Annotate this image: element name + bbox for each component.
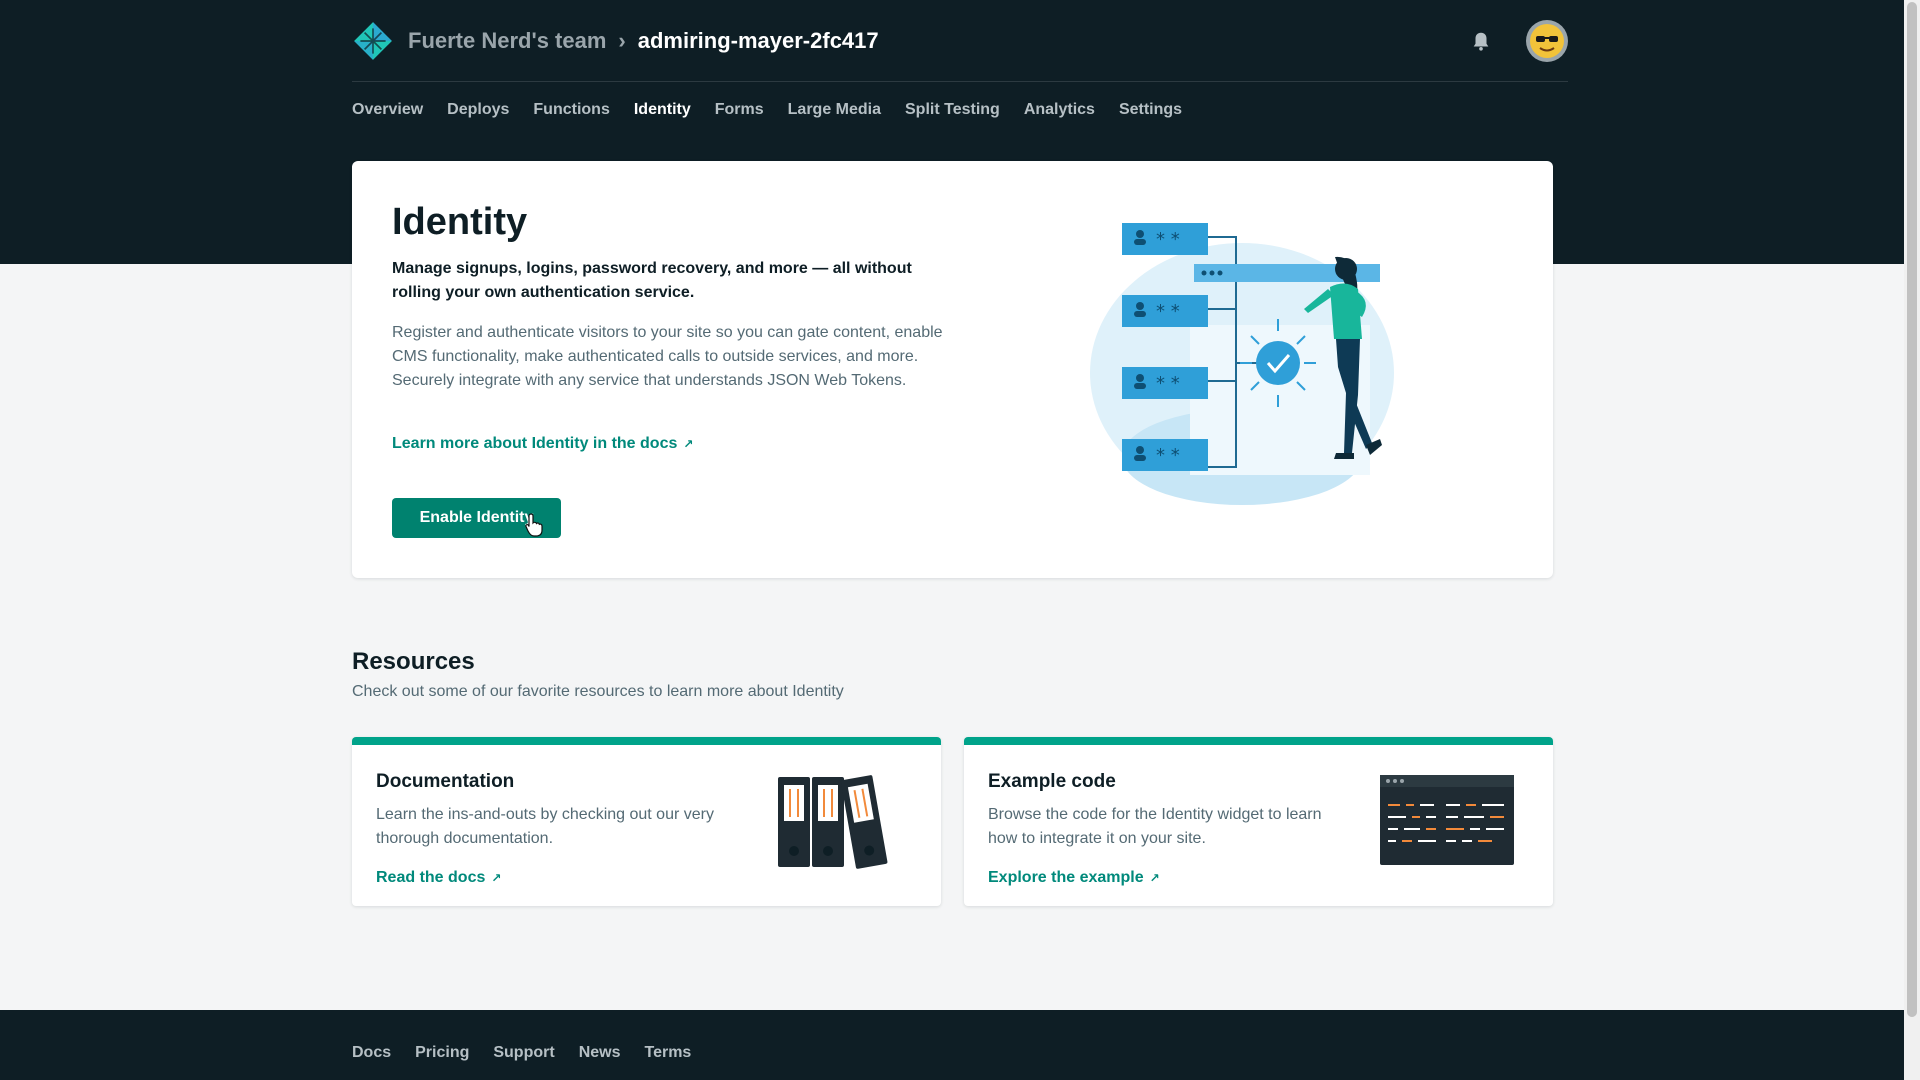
external-link-icon: ↗ xyxy=(1149,871,1160,885)
identity-docs-link[interactable]: Learn more about Identity in the docs ↗ xyxy=(392,435,693,453)
identity-lead: Manage signups, logins, password recover… xyxy=(392,260,912,301)
credential-row-icon: * * xyxy=(1122,223,1208,255)
svg-text:* *: * * xyxy=(1156,445,1180,466)
svg-text:* *: * * xyxy=(1156,373,1180,394)
resources-subtitle: Check out some of our favorite resources… xyxy=(352,683,844,700)
topbar-actions xyxy=(1470,19,1568,62)
scrollbar[interactable] xyxy=(1904,0,1920,1080)
avatar[interactable] xyxy=(1526,19,1568,62)
documentation-card-title: Documentation xyxy=(376,771,515,792)
external-link-icon: ↗ xyxy=(491,871,502,885)
tab-split-testing[interactable]: Split Testing xyxy=(905,96,1000,124)
tab-large-media[interactable]: Large Media xyxy=(788,96,881,124)
site-nav: Overview Deploys Functions Identity Form… xyxy=(352,96,1206,124)
credential-row-icon: * * xyxy=(1122,295,1208,327)
example-code-card-title: Example code xyxy=(988,771,1116,792)
footer-link-support[interactable]: Support xyxy=(493,1044,554,1062)
code-window-icon xyxy=(1380,775,1514,865)
bell-icon[interactable] xyxy=(1470,30,1492,52)
breadcrumb-team[interactable]: Fuerte Nerd's team xyxy=(408,28,606,54)
breadcrumb-site[interactable]: admiring-mayer-2fc417 xyxy=(638,28,879,54)
tab-forms[interactable]: Forms xyxy=(715,96,764,124)
identity-description: Register and authenticate visitors to yo… xyxy=(392,324,943,389)
binders-icon xyxy=(778,775,888,869)
scrollbar-thumb[interactable] xyxy=(1907,2,1917,1017)
footer-link-pricing[interactable]: Pricing xyxy=(415,1044,469,1062)
resources-title: Resources xyxy=(352,648,475,675)
tab-analytics[interactable]: Analytics xyxy=(1024,96,1095,124)
external-link-icon: ↗ xyxy=(683,437,694,451)
identity-docs-link-label: Learn more about Identity in the docs xyxy=(392,435,678,452)
top-bar: Fuerte Nerd's team › admiring-mayer-2fc4… xyxy=(352,0,1568,82)
credential-row-icon: * * xyxy=(1122,367,1208,399)
svg-text:* *: * * xyxy=(1156,229,1180,250)
documentation-card: Documentation Learn the ins-and-outs by … xyxy=(352,737,941,906)
explore-example-link-label: Explore the example xyxy=(988,869,1144,886)
footer: Docs Pricing Support News Terms xyxy=(0,1010,1904,1080)
tab-settings[interactable]: Settings xyxy=(1119,96,1182,124)
read-docs-link-label: Read the docs xyxy=(376,869,486,886)
read-docs-link[interactable]: Read the docs ↗ xyxy=(376,869,501,887)
example-code-card: Example code Browse the code for the Ide… xyxy=(964,737,1553,906)
pointer-cursor-icon xyxy=(525,513,543,537)
tab-overview[interactable]: Overview xyxy=(352,96,423,124)
footer-link-terms[interactable]: Terms xyxy=(644,1044,691,1062)
example-code-card-description: Browse the code for the Identity widget … xyxy=(988,806,1322,847)
footer-link-news[interactable]: News xyxy=(579,1044,621,1062)
identity-illustration: * * * * * * * * xyxy=(1090,223,1394,505)
credential-row-icon: * * xyxy=(1122,439,1208,471)
page: Fuerte Nerd's team › admiring-mayer-2fc4… xyxy=(0,0,1904,1080)
tab-functions[interactable]: Functions xyxy=(533,96,609,124)
tab-identity[interactable]: Identity xyxy=(634,96,691,124)
footer-link-docs[interactable]: Docs xyxy=(352,1044,391,1062)
footer-links: Docs Pricing Support News Terms xyxy=(352,1044,715,1062)
page-title: Identity xyxy=(392,201,528,243)
netlify-logo-icon[interactable] xyxy=(352,20,394,62)
avatar-face-icon xyxy=(1530,23,1564,58)
breadcrumb-chevron-icon: › xyxy=(618,27,626,53)
svg-text:* *: * * xyxy=(1156,301,1180,322)
tab-deploys[interactable]: Deploys xyxy=(447,96,509,124)
documentation-card-description: Learn the ins-and-outs by checking out o… xyxy=(376,806,714,847)
explore-example-link[interactable]: Explore the example ↗ xyxy=(988,869,1160,887)
